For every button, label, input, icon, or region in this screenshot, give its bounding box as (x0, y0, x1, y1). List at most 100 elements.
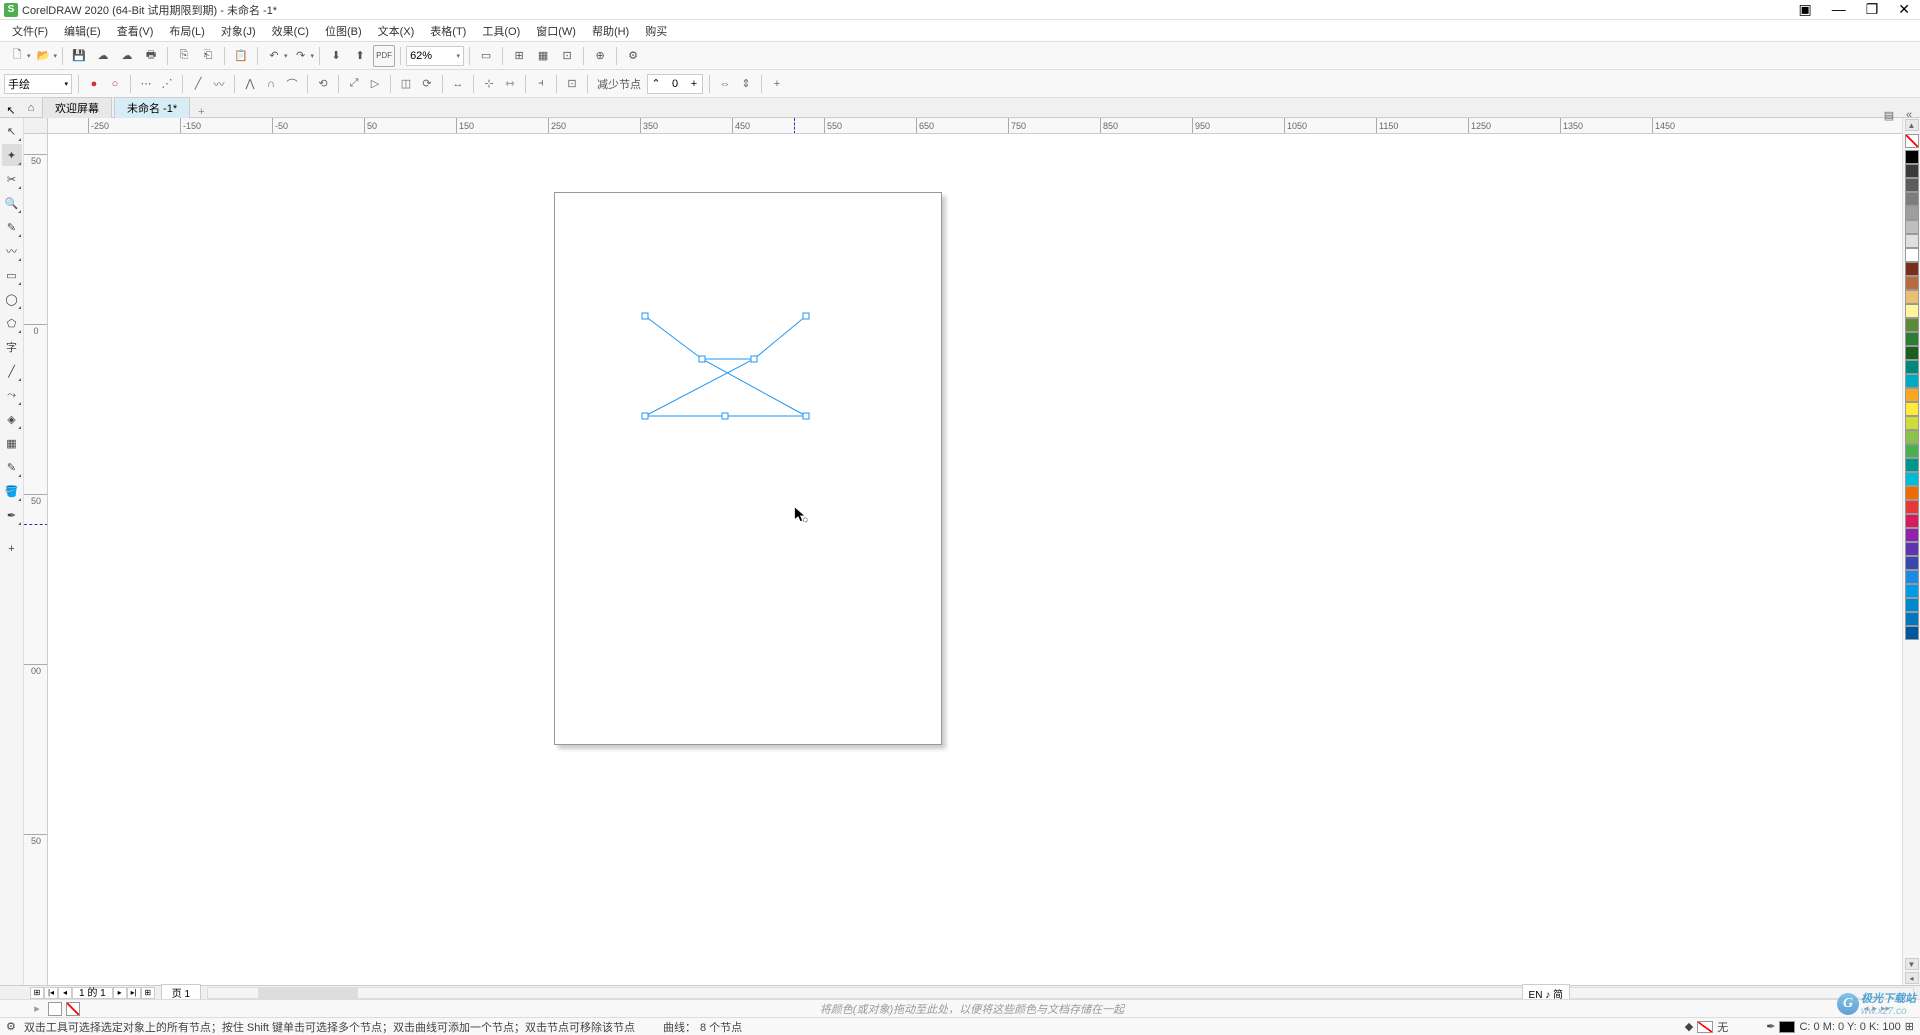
text-tool-icon[interactable]: 字 (2, 336, 22, 358)
color-swatch[interactable] (1905, 150, 1919, 164)
page-first-button[interactable]: ⊞ (30, 987, 44, 999)
color-swatch[interactable] (1905, 584, 1919, 598)
pick-tool-icon[interactable]: ↖ (2, 120, 22, 142)
menu-layout[interactable]: 布局(L) (161, 21, 212, 41)
page-next-button[interactable]: ▸| (127, 987, 141, 999)
ellipse-tool-icon[interactable]: ◯ (2, 288, 22, 310)
grid-icon[interactable]: ▦ (532, 45, 554, 67)
select-all-nodes-icon[interactable]: ⊡ (563, 75, 581, 93)
shape-node[interactable] (803, 413, 809, 419)
auto-close-icon[interactable]: ⟳ (418, 75, 436, 93)
pick-quick-icon[interactable]: ↖ (2, 104, 20, 117)
color-swatch[interactable] (1905, 388, 1919, 402)
menu-window[interactable]: 窗口(W) (528, 21, 584, 41)
color-swatch[interactable] (1905, 248, 1919, 262)
pdf-icon[interactable]: PDF (373, 45, 395, 67)
copy-button[interactable]: ⎘ (173, 45, 195, 67)
color-swatch[interactable] (1905, 472, 1919, 486)
smooth-node-icon[interactable]: ∩ (262, 75, 280, 93)
outline-swatch[interactable] (1779, 1021, 1795, 1033)
shape-node[interactable] (642, 313, 648, 319)
color-swatch[interactable] (1905, 570, 1919, 584)
page-fwd-button[interactable]: ▸ (113, 987, 127, 999)
color-swatch[interactable] (1905, 458, 1919, 472)
connector-icon[interactable]: ⤳ (2, 384, 22, 406)
shape-node[interactable] (642, 413, 648, 419)
close-curve-icon[interactable]: ◫ (397, 75, 415, 93)
color-swatch[interactable] (1905, 402, 1919, 416)
color-swatch[interactable] (1905, 234, 1919, 248)
page-add-button[interactable]: ⊞ (141, 987, 155, 999)
elastic-icon[interactable]: ⫞ (532, 75, 550, 93)
fill-indicator-icon[interactable]: ◆ (1685, 1020, 1693, 1033)
shape-node[interactable] (803, 313, 809, 319)
color-swatch[interactable] (1905, 304, 1919, 318)
menu-edit[interactable]: 编辑(E) (56, 21, 109, 41)
color-swatch[interactable] (1905, 556, 1919, 570)
ruler-corner[interactable] (24, 118, 48, 134)
redo-button[interactable]: ↷ (290, 45, 312, 67)
import-icon[interactable]: ⬇ (325, 45, 347, 67)
color-swatch[interactable] (1905, 444, 1919, 458)
to-line-icon[interactable]: ╱ (189, 75, 207, 93)
reflect-nodes-h-icon[interactable]: ⇔ (716, 75, 734, 93)
rectangle-tool-icon[interactable]: ▭ (2, 264, 22, 286)
palette-expand-icon[interactable]: ◂ (1905, 972, 1919, 984)
zoom-tool-icon[interactable]: 🔍 (2, 192, 22, 214)
close-button[interactable]: ✕ (1892, 0, 1916, 20)
reflect-h-icon[interactable]: ⇿ (501, 75, 519, 93)
color-swatch[interactable] (1905, 206, 1919, 220)
drop-shadow-icon[interactable]: ◈ (2, 408, 22, 430)
parallel-dim-icon[interactable]: ╱ (2, 360, 22, 382)
shape-tool-icon[interactable]: ✦ (2, 144, 22, 166)
shape-mode-select[interactable]: 手绘▾ (4, 74, 72, 94)
settings-icon[interactable]: ▣ (1792, 0, 1817, 20)
color-swatch[interactable] (1905, 332, 1919, 346)
canvas-area[interactable]: -250-150-5050150250350450550650750850950… (24, 118, 1920, 985)
stretch-icon[interactable]: ↔ (449, 75, 467, 93)
palette-scroll-down[interactable]: ▼ (1905, 958, 1919, 970)
color-swatch[interactable] (1905, 542, 1919, 556)
shape-node[interactable] (751, 356, 757, 362)
undo-button[interactable]: ↶ (263, 45, 285, 67)
color-swatch[interactable] (1905, 290, 1919, 304)
outline-tool-icon[interactable]: ✒ (2, 504, 22, 526)
horizontal-ruler[interactable]: -250-150-5050150250350450550650750850950… (48, 118, 1902, 134)
crop-tool-icon[interactable]: ✂ (2, 168, 22, 190)
reflect-nodes-v-icon[interactable]: ⇕ (737, 75, 755, 93)
color-swatch[interactable] (1905, 192, 1919, 206)
spin-down-icon[interactable]: ⌃ (648, 77, 664, 90)
add-toolbar-icon[interactable]: + (768, 75, 786, 93)
color-swatch[interactable] (1905, 178, 1919, 192)
status-gear-icon[interactable]: ⚙ (6, 1020, 16, 1033)
symmetric-node-icon[interactable]: ⌒ (283, 75, 301, 93)
delete-node-icon[interactable]: ○ (106, 75, 124, 93)
cloud-up-icon[interactable]: ☁ (92, 45, 114, 67)
dp-swatch-none[interactable] (66, 1002, 80, 1016)
spin-value[interactable] (664, 78, 686, 90)
fill-tool-icon[interactable]: 🪣 (2, 480, 22, 502)
new-button[interactable]: 🗋 (6, 45, 28, 67)
cloud-down-icon[interactable]: ☁ (116, 45, 138, 67)
color-swatch[interactable] (1905, 500, 1919, 514)
color-swatch[interactable] (1905, 430, 1919, 444)
export-icon[interactable]: ⬆ (349, 45, 371, 67)
menu-bitmap[interactable]: 位图(B) (317, 21, 370, 41)
freehand-tool-icon[interactable]: ✎ (2, 216, 22, 238)
tab-add-button[interactable]: + (192, 106, 210, 118)
shape-node[interactable] (699, 356, 705, 362)
toolbox-add-icon[interactable]: + (2, 538, 22, 560)
tab-document[interactable]: 未命名 -1* (114, 97, 190, 118)
menu-object[interactable]: 对象(J) (213, 21, 264, 41)
extend-icon[interactable]: ⤢ (345, 75, 363, 93)
menu-table[interactable]: 表格(T) (422, 21, 474, 41)
paste-button[interactable]: ⎗ (197, 45, 219, 67)
guides-icon[interactable]: ⊡ (556, 45, 578, 67)
color-swatch[interactable] (1905, 220, 1919, 234)
cusp-node-icon[interactable]: ⋀ (241, 75, 259, 93)
color-swatch[interactable] (1905, 416, 1919, 430)
menu-help[interactable]: 帮助(H) (584, 21, 637, 41)
menu-tools[interactable]: 工具(O) (474, 21, 528, 41)
document-palette[interactable]: ▸ 将颜色(或对象)拖动至此处，以便将这些颜色与文档存储在一起 ◂ ▸ ▸▸ (0, 999, 1920, 1017)
canvas[interactable] (48, 134, 1902, 985)
